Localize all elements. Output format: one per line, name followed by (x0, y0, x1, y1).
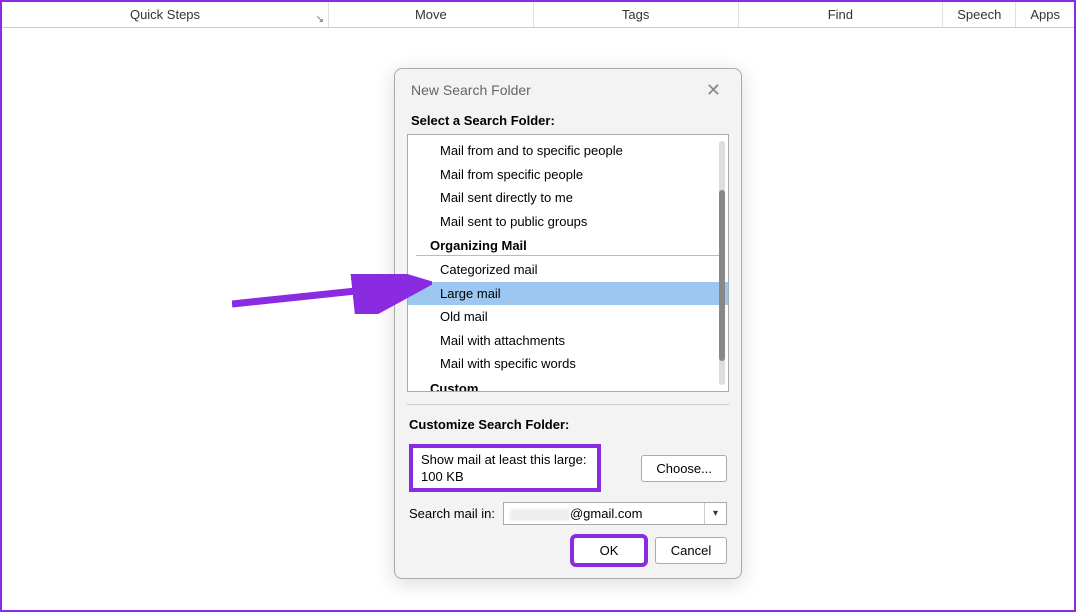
ribbon-group-quick-steps[interactable]: Quick Steps ↘ (2, 2, 329, 27)
list-item[interactable]: Mail sent to public groups (408, 210, 728, 234)
scrollbar[interactable] (719, 141, 725, 385)
ribbon-label: Quick Steps (130, 7, 200, 22)
list-group-custom: Custom (416, 378, 720, 393)
list-item[interactable]: Mail from specific people (408, 163, 728, 187)
search-in-combo[interactable]: @gmail.com ▾ (503, 502, 727, 525)
ribbon-label: Speech (957, 7, 1001, 22)
scrollbar-thumb[interactable] (719, 190, 725, 361)
customize-label: Customize Search Folder: (409, 413, 727, 438)
dialog-launcher-icon[interactable]: ↘ (316, 14, 324, 25)
select-folder-label: Select a Search Folder: (395, 109, 741, 134)
redacted-text (510, 509, 570, 521)
divider (407, 404, 729, 405)
dialog-title: New Search Folder (411, 82, 531, 98)
size-value: 100 KB (413, 467, 597, 488)
size-label: Show mail at least this large: (413, 448, 597, 467)
search-folder-listbox[interactable]: Mail from and to specific people Mail fr… (407, 134, 729, 392)
search-in-value: @gmail.com (504, 503, 704, 524)
ribbon-group-apps[interactable]: Apps (1016, 2, 1074, 27)
list-item[interactable]: Mail with attachments (408, 329, 728, 353)
ribbon-group-tags[interactable]: Tags (534, 2, 739, 27)
size-criteria-box: Show mail at least this large: 100 KB (409, 444, 601, 492)
new-search-folder-dialog: New Search Folder ✕ Select a Search Fold… (394, 68, 742, 579)
ok-button[interactable]: OK (573, 537, 645, 564)
list-item[interactable]: Mail with specific words (408, 352, 728, 376)
ribbon-group-find[interactable]: Find (739, 2, 944, 27)
chevron-down-icon[interactable]: ▾ (704, 503, 726, 524)
ribbon-label: Tags (622, 7, 649, 22)
list-item[interactable]: Old mail (408, 305, 728, 329)
list-group-organizing: Organizing Mail (416, 235, 720, 256)
cancel-button[interactable]: Cancel (655, 537, 727, 564)
ribbon-label: Move (415, 7, 447, 22)
choose-button[interactable]: Choose... (641, 455, 727, 482)
ribbon-group-move[interactable]: Move (329, 2, 534, 27)
ribbon: Quick Steps ↘ Move Tags Find Speech Apps (2, 2, 1074, 28)
list-item[interactable]: Categorized mail (408, 258, 728, 282)
dialog-titlebar: New Search Folder ✕ (395, 69, 741, 109)
search-in-label: Search mail in: (409, 506, 495, 521)
list-item[interactable]: Mail sent directly to me (408, 186, 728, 210)
list-item[interactable]: Mail from and to specific people (408, 139, 728, 163)
ribbon-group-speech[interactable]: Speech (943, 2, 1016, 27)
close-icon[interactable]: ✕ (700, 79, 727, 101)
ribbon-label: Find (828, 7, 853, 22)
ribbon-label: Apps (1030, 7, 1060, 22)
list-item-large-mail[interactable]: Large mail (408, 282, 728, 306)
